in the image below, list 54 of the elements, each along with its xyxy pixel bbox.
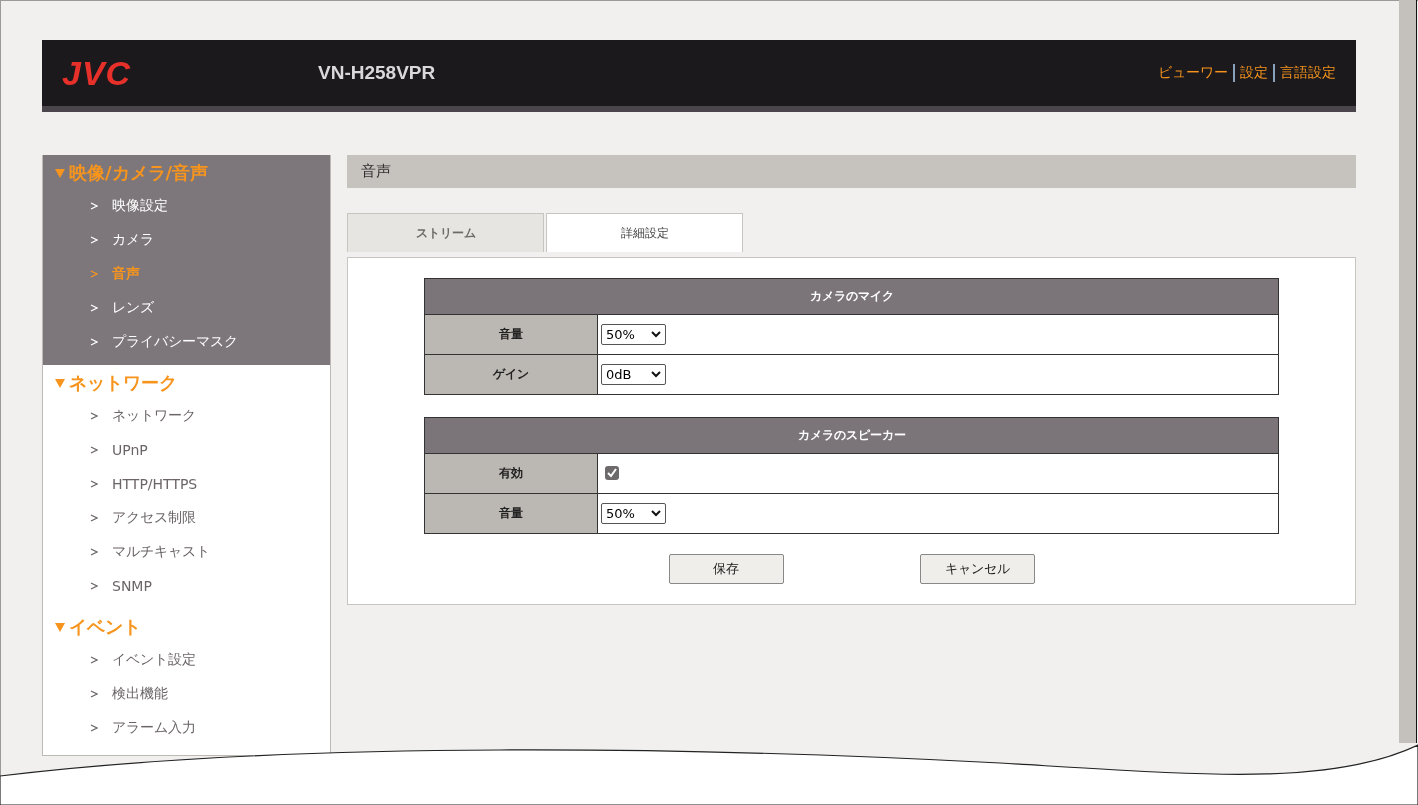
scrollbar[interactable] — [1399, 0, 1417, 743]
logo: JVC — [62, 53, 133, 93]
tab[interactable]: ストリーム — [347, 213, 544, 252]
sidebar-item[interactable]: UPnP — [43, 433, 330, 467]
sidebar-item[interactable]: SNMP — [43, 569, 330, 603]
chevron-icon — [90, 480, 98, 488]
header-link[interactable]: ビューワー — [1153, 64, 1233, 82]
sidebar-item[interactable]: イベント設定 — [43, 643, 330, 677]
triangle-icon — [55, 168, 65, 178]
caret-icon — [651, 371, 661, 378]
header-link[interactable]: 言語設定 — [1273, 64, 1336, 82]
header-link[interactable]: 設定 — [1233, 64, 1273, 82]
sidebar-item[interactable]: HTTP/HTTPS — [43, 467, 330, 501]
table-header: カメラのマイク — [424, 278, 1279, 315]
sidebar-item[interactable]: マルチキャスト — [43, 535, 330, 569]
sidebar-item[interactable]: レンズ — [43, 291, 330, 325]
sidebar-item[interactable]: ネットワーク — [43, 399, 330, 433]
chevron-icon — [90, 548, 98, 556]
caret-icon — [651, 510, 661, 517]
triangle-icon — [55, 378, 65, 388]
row-label: ゲイン — [424, 354, 598, 395]
chevron-icon — [90, 236, 98, 244]
dropdown[interactable]: 0dB — [601, 364, 666, 385]
chevron-icon — [90, 412, 98, 420]
page-title: 音声 — [347, 155, 1356, 188]
chevron-icon — [90, 338, 98, 346]
caret-icon — [651, 331, 661, 338]
model-name: VN-H258VPR — [318, 62, 437, 84]
chevron-icon — [90, 514, 98, 522]
chevron-icon — [90, 304, 98, 312]
checkbox[interactable] — [605, 466, 619, 480]
dropdown[interactable]: 50% — [601, 503, 666, 524]
sidebar-item[interactable]: 検出機能 — [43, 677, 330, 711]
row-label: 有効 — [424, 453, 598, 494]
dropdown[interactable]: 50% — [601, 324, 666, 345]
save-button[interactable]: 保存 — [668, 554, 784, 584]
chevron-icon — [90, 270, 98, 278]
chevron-icon — [90, 724, 98, 732]
row-label: 音量 — [424, 493, 598, 534]
chevron-icon — [90, 446, 98, 454]
triangle-icon — [55, 622, 65, 632]
sidebar-item[interactable]: アラーム入力 — [43, 711, 330, 745]
sidebar-item[interactable]: プライバシーマスク — [43, 325, 330, 359]
chevron-icon — [90, 690, 98, 698]
sidebar-item[interactable]: 映像設定 — [43, 189, 330, 223]
cancel-button[interactable]: キャンセル — [919, 554, 1035, 584]
sidebar-item[interactable]: アクセス制限 — [43, 501, 330, 535]
chevron-icon — [90, 202, 98, 210]
row-label: 音量 — [424, 314, 598, 355]
chevron-icon — [90, 582, 98, 590]
sidebar-item[interactable]: カメラ — [43, 223, 330, 257]
table-header: カメラのスピーカー — [424, 417, 1279, 454]
tab[interactable]: 詳細設定 — [546, 213, 743, 252]
chevron-icon — [90, 656, 98, 664]
